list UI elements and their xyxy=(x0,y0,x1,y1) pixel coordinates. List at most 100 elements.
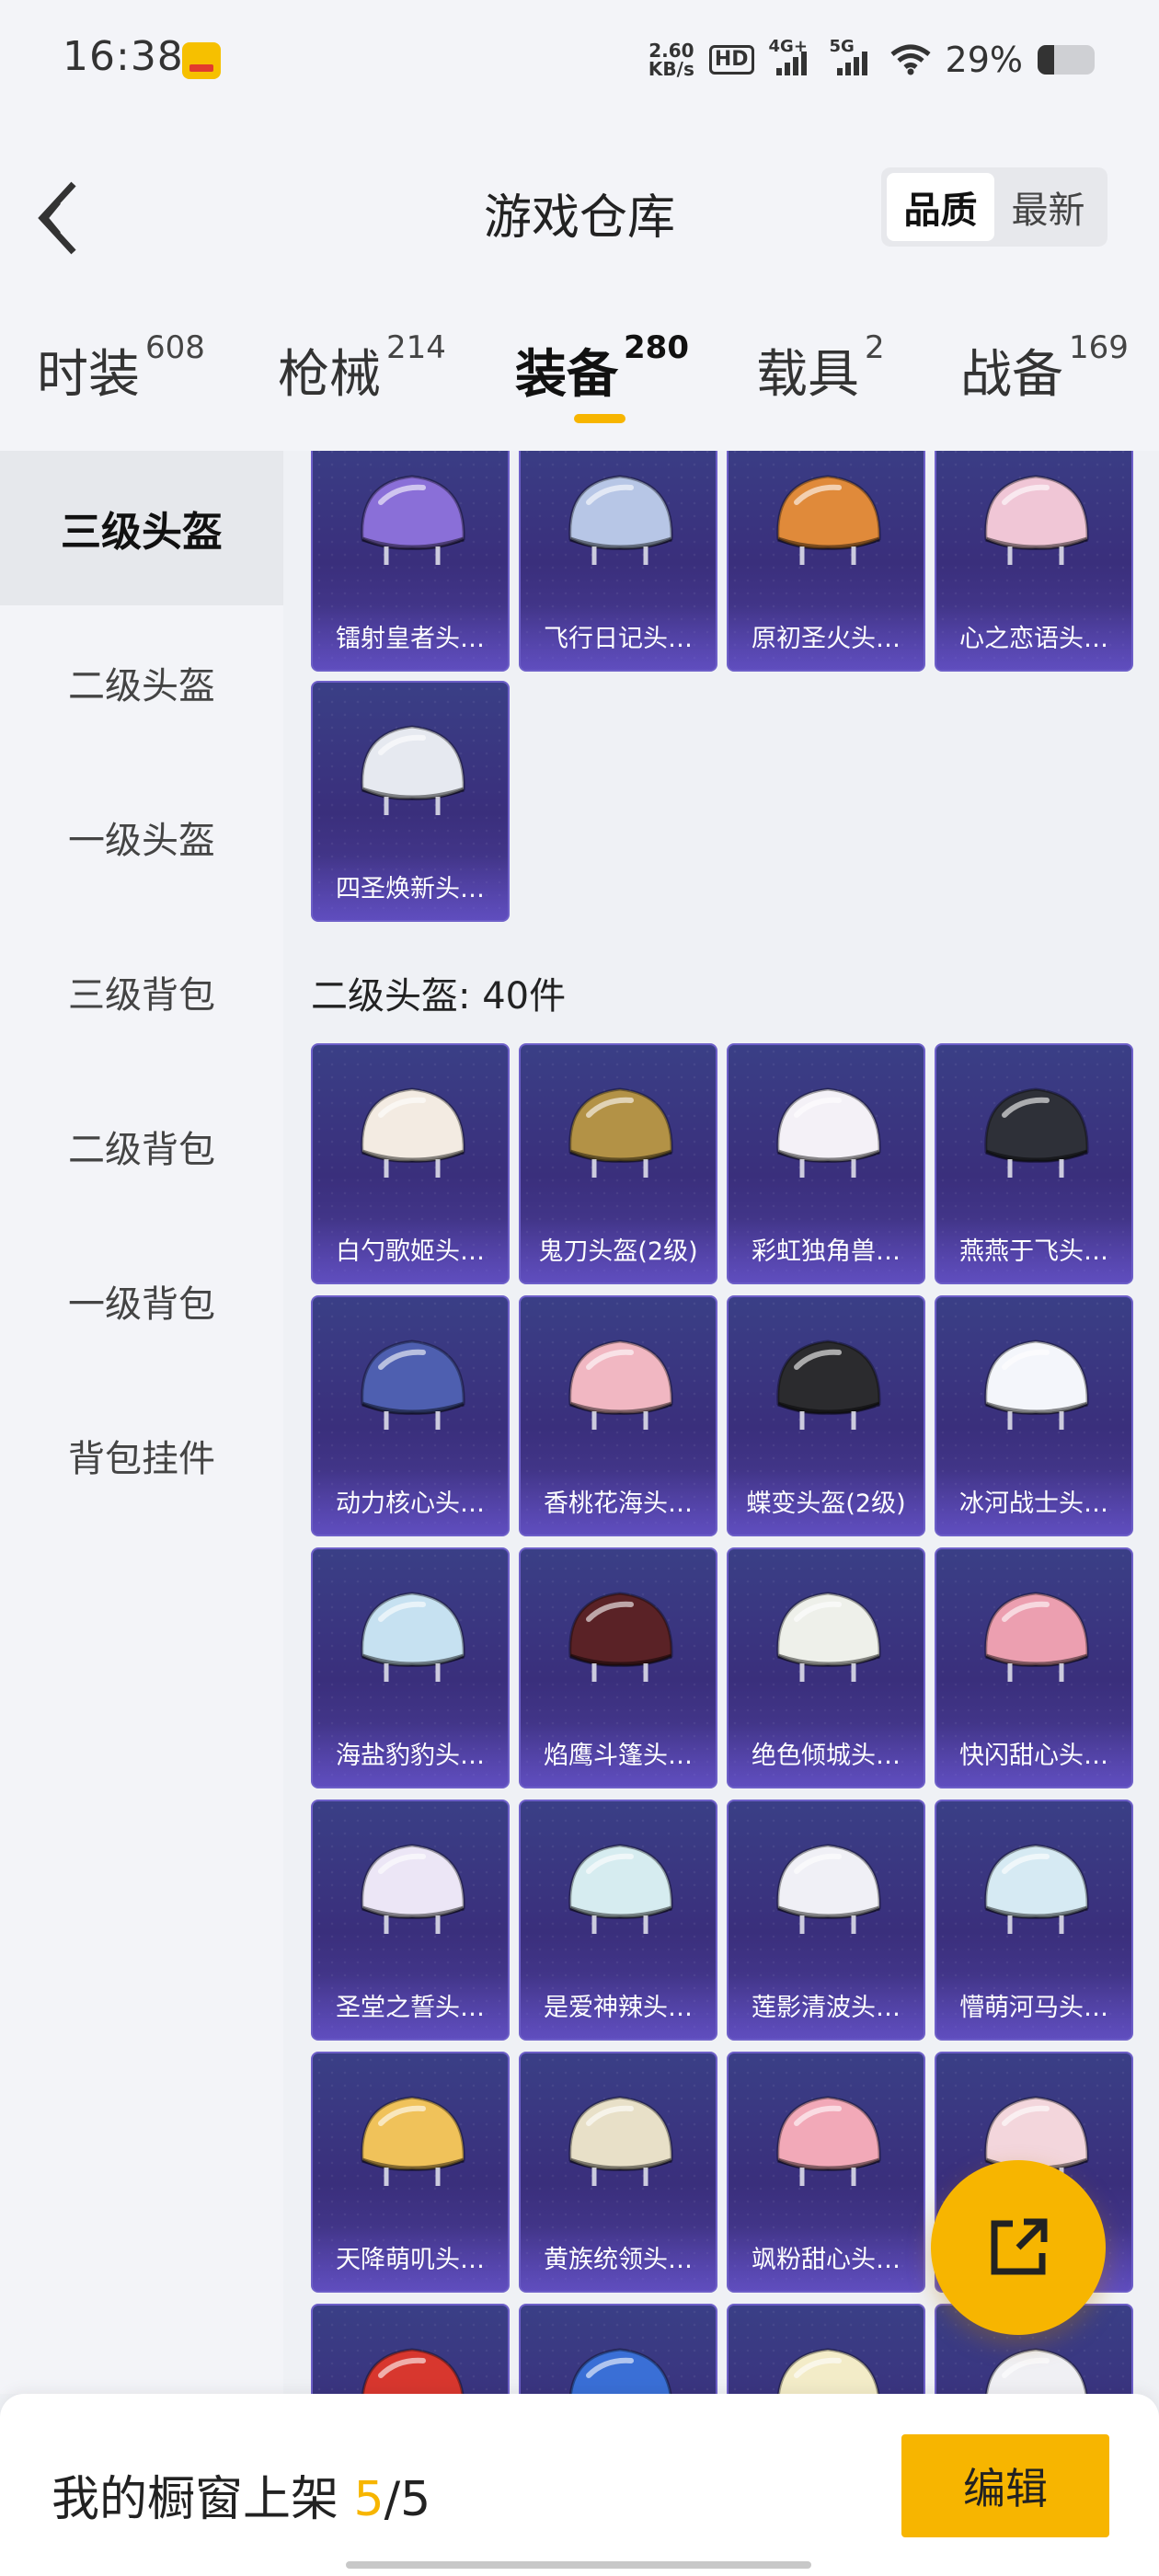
helmet-icon xyxy=(361,725,465,815)
item-name: 鬼刀头盔(2级) xyxy=(538,1237,698,1266)
item-grid: 二级头盔: 40件 镭射皇者头… 飞行日记头… 原初圣火头… 心之恋语头… 四圣焕新头…… xyxy=(283,451,1159,2394)
item-card[interactable]: 四圣焕新头… xyxy=(311,681,510,922)
item-name: 白勺歌姬头… xyxy=(336,1237,485,1266)
item-name: 蝶变头盔(2级) xyxy=(746,1489,906,1518)
item-card[interactable]: 白勺歌姬头… xyxy=(311,1043,510,1284)
item-card[interactable]: 黄族统领头… xyxy=(519,2052,717,2293)
item-card[interactable]: 莲影清波头… xyxy=(727,1800,925,2041)
helmet-icon xyxy=(984,1340,1089,1430)
item-card[interactable] xyxy=(311,2304,510,2394)
sort-newest-button[interactable]: 最新 xyxy=(994,173,1102,241)
helmet-icon xyxy=(984,1592,1089,1682)
item-name: 燕燕于飞头… xyxy=(959,1237,1108,1266)
helmet-icon xyxy=(568,1844,673,1934)
item-card[interactable]: 燕燕于飞头… xyxy=(935,1043,1133,1284)
item-card[interactable]: 是爱神辣头… xyxy=(519,1800,717,2041)
helmet-icon xyxy=(568,1087,673,1178)
home-indicator[interactable] xyxy=(346,2561,811,2569)
tab-fashion[interactable]: 时装 608 xyxy=(37,329,205,443)
status-indicators: 2.60 KB/s HD 4G+ 5G 29% xyxy=(648,37,1095,83)
item-card[interactable]: 冰河战士头… xyxy=(935,1295,1133,1536)
helmet-icon xyxy=(776,1844,881,1934)
item-name: 动力核心头… xyxy=(336,1489,485,1518)
item-name: 冰河战士头… xyxy=(959,1489,1108,1518)
item-name: 莲影清波头… xyxy=(752,1994,901,2022)
helmet-icon xyxy=(777,2348,880,2394)
item-name: 镭射皇者头… xyxy=(336,625,485,653)
item-card[interactable]: 焰鹰斗篷头… xyxy=(519,1547,717,1788)
helmet-icon xyxy=(985,2348,1088,2394)
sidebar-item-backpack-lv2[interactable]: 二级背包 xyxy=(0,1069,283,1224)
status-time: 16:38 xyxy=(63,33,184,80)
helmet-icon xyxy=(776,1592,881,1682)
share-button[interactable] xyxy=(931,2160,1106,2335)
helmet-icon xyxy=(984,1087,1089,1178)
item-name: 海盐豹豹头… xyxy=(336,1742,485,1770)
item-card[interactable]: 绝色倾城头… xyxy=(727,1547,925,1788)
item-card[interactable]: 原初圣火头… xyxy=(727,451,925,672)
helmet-icon xyxy=(569,2348,672,2394)
signal-5g-icon: 5G xyxy=(830,37,876,75)
item-name: 懵萌河马头… xyxy=(959,1994,1108,2022)
helmet-icon xyxy=(361,475,465,565)
item-card[interactable]: 鬼刀头盔(2级) xyxy=(519,1043,717,1284)
item-name: 是爱神辣头… xyxy=(544,1994,693,2022)
item-name: 心之恋语头… xyxy=(959,625,1108,653)
wifi-icon xyxy=(889,44,931,75)
item-card[interactable]: 彩虹独角兽… xyxy=(727,1043,925,1284)
helmet-icon xyxy=(568,475,673,565)
item-card[interactable]: 飒粉甜心头… xyxy=(727,2052,925,2293)
item-name: 飒粉甜心头… xyxy=(752,2246,901,2274)
status-bar: 16:38 2.60 KB/s HD 4G+ 5G 29% xyxy=(0,0,1159,116)
item-card[interactable]: 圣堂之誓头… xyxy=(311,1800,510,2041)
sidebar-item-helmet-lv1[interactable]: 一级头盔 xyxy=(0,760,283,914)
helmet-icon xyxy=(361,1340,465,1430)
item-name: 圣堂之誓头… xyxy=(336,1994,485,2022)
tab-vehicles[interactable]: 载具 2 xyxy=(756,329,885,443)
helmet-icon xyxy=(984,1844,1089,1934)
item-card[interactable]: 心之恋语头… xyxy=(935,451,1133,672)
header: 游戏仓库 品质 最新 时装 608 枪械 214 装备 280 载具 2 战备 169 xyxy=(0,116,1159,451)
tab-weapons[interactable]: 枪械 214 xyxy=(278,329,446,443)
sidebar-item-backpack-lv1[interactable]: 一级背包 xyxy=(0,1224,283,1378)
sidebar-item-helmet-lv3[interactable]: 三级头盔 xyxy=(0,451,283,605)
item-name: 飞行日记头… xyxy=(544,625,693,653)
helmet-icon xyxy=(776,1340,881,1430)
item-card[interactable]: 懵萌河马头… xyxy=(935,1800,1133,2041)
item-card[interactable]: 快闪甜心头… xyxy=(935,1547,1133,1788)
sidebar-item-helmet-lv2[interactable]: 二级头盔 xyxy=(0,605,283,760)
app-notification-icon xyxy=(182,42,221,79)
tab-gear[interactable]: 战备 169 xyxy=(960,329,1129,443)
battery-icon xyxy=(1038,45,1095,75)
item-name: 绝色倾城头… xyxy=(752,1742,901,1770)
tab-active-indicator xyxy=(574,414,625,423)
item-card[interactable] xyxy=(727,2304,925,2394)
item-card[interactable]: 香桃花海头… xyxy=(519,1295,717,1536)
item-card[interactable]: 天降萌叽头… xyxy=(311,2052,510,2293)
helmet-icon xyxy=(568,1340,673,1430)
item-name: 天降萌叽头… xyxy=(336,2246,485,2274)
item-card[interactable] xyxy=(519,2304,717,2394)
sidebar-item-backpack-charm[interactable]: 背包挂件 xyxy=(0,1378,283,1533)
item-card[interactable]: 蝶变头盔(2级) xyxy=(727,1295,925,1536)
tab-equipment[interactable]: 装备 280 xyxy=(515,329,689,443)
item-card[interactable]: 飞行日记头… xyxy=(519,451,717,672)
item-card[interactable]: 海盐豹豹头… xyxy=(311,1547,510,1788)
helmet-icon xyxy=(776,2096,881,2186)
sidebar-item-backpack-lv3[interactable]: 三级背包 xyxy=(0,914,283,1069)
helmet-icon xyxy=(361,1844,465,1934)
hd-voice-icon: HD xyxy=(708,45,754,75)
battery-percent: 29% xyxy=(945,40,1023,80)
helmet-icon xyxy=(361,1087,465,1178)
share-icon xyxy=(991,2218,1048,2275)
bottom-bar: 我的橱窗上架 5/5 编辑 xyxy=(0,2394,1159,2576)
helmet-icon xyxy=(361,1592,465,1682)
item-card[interactable]: 动力核心头… xyxy=(311,1295,510,1536)
helmet-icon xyxy=(361,2096,465,2186)
helmet-icon xyxy=(776,475,881,565)
sort-quality-button[interactable]: 品质 xyxy=(887,173,994,241)
edit-button[interactable]: 编辑 xyxy=(901,2434,1109,2537)
item-card[interactable]: 镭射皇者头… xyxy=(311,451,510,672)
category-tabs: 时装 608 枪械 214 装备 280 载具 2 战备 169 xyxy=(0,329,1159,443)
helmet-icon xyxy=(984,475,1089,565)
